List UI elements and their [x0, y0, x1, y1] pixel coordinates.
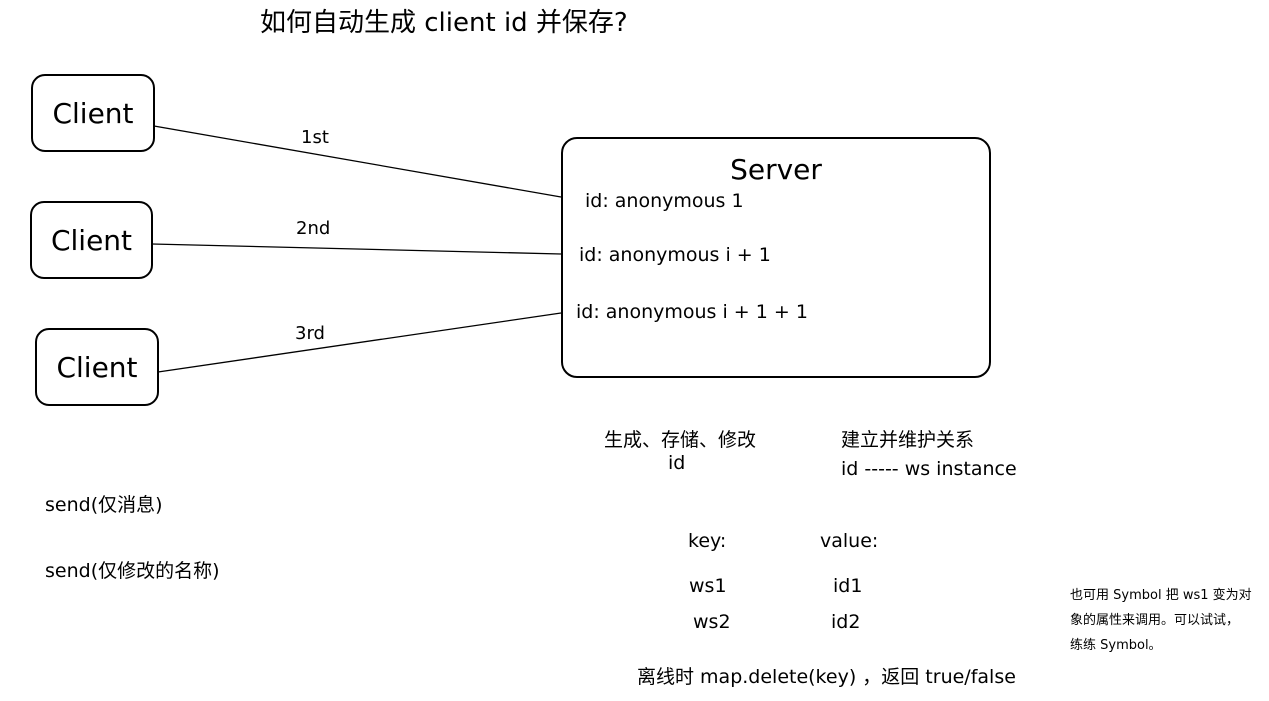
symbol-note-line2: 象的属性来调用。可以试试，: [1070, 613, 1240, 628]
server-node: Server id: anonymous 1 id: anonymous i +…: [561, 137, 991, 378]
symbol-note-line3: 练练 Symbol。: [1070, 638, 1162, 653]
server-id-line-1: id: anonymous 1: [585, 190, 744, 212]
server-title: Server: [730, 153, 822, 186]
map-key-2: ws2: [693, 611, 731, 633]
map-key-header: key:: [688, 530, 727, 552]
client-label: Client: [50, 223, 133, 257]
generate-note-line2: id: [668, 452, 686, 474]
relation-note-line2: id ----- ws instance: [841, 458, 1017, 480]
edge-label-1st: 1st: [301, 127, 329, 148]
client-node-3: Client: [35, 328, 159, 406]
generate-note-line1: 生成、存储、修改: [604, 429, 757, 451]
edge-line-2: [151, 243, 562, 255]
send-note-1: send(仅消息): [45, 494, 163, 516]
map-value-header: value:: [820, 530, 879, 552]
symbol-note: 也可用 Symbol 把 ws1 变为对 象的属性来调用。可以试试， 练练 Sy…: [1070, 583, 1252, 658]
edge-line-3: [157, 312, 562, 373]
symbol-note-line1: 也可用 Symbol 把 ws1 变为对: [1070, 588, 1252, 603]
offline-note: 离线时 map.delete(key) ，返回 true/false: [637, 666, 1016, 688]
send-note-2: send(仅修改的名称): [45, 560, 220, 582]
client-node-1: Client: [31, 74, 155, 152]
map-value-2: id2: [831, 611, 861, 633]
edge-label-2nd: 2nd: [296, 218, 331, 239]
server-id-line-2: id: anonymous i + 1: [579, 244, 771, 266]
client-label: Client: [56, 350, 138, 384]
relation-note-line1: 建立并维护关系: [841, 429, 975, 451]
client-node-2: Client: [30, 201, 153, 279]
map-value-1: id1: [833, 575, 863, 597]
client-label: Client: [52, 96, 134, 130]
edge-label-3rd: 3rd: [295, 323, 325, 344]
server-id-line-3: id: anonymous i + 1 + 1: [576, 301, 808, 323]
map-key-1: ws1: [689, 575, 727, 597]
edge-line-1: [153, 125, 562, 198]
